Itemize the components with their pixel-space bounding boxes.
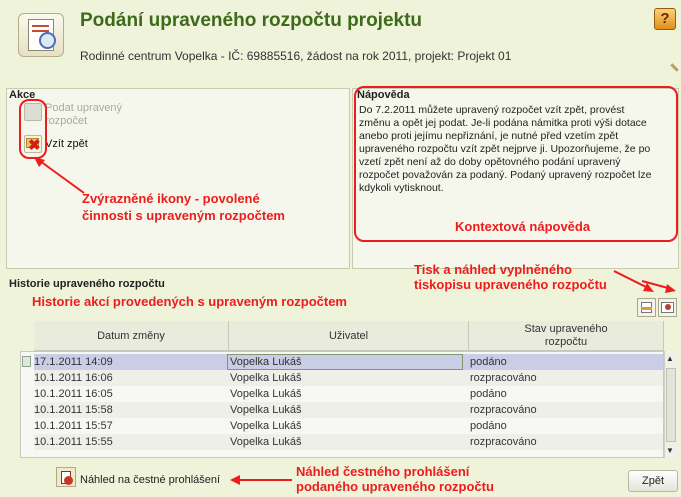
cell-user: Vopelka Lukáš	[230, 420, 302, 432]
highlight-icons-box	[19, 99, 47, 159]
statement-annotation-line2: podaného upraveného rozpočtu	[296, 479, 494, 494]
cell-state: rozpracováno	[470, 372, 537, 384]
submit-budget-label-1: Podat upravený	[45, 102, 123, 114]
help-line: upraveného rozpočtu vzít zpět nejprve ji…	[359, 143, 651, 155]
print-annotation: Tisk a náhled vyplněného tiskopisu uprav…	[414, 262, 607, 292]
scroll-up-icon[interactable]: ▲	[666, 354, 674, 363]
context-help-annotation: Kontextová nápověda	[455, 219, 591, 234]
history-title: Historie upraveného rozpočtu	[9, 278, 165, 290]
cell-state: podáno	[470, 356, 507, 368]
cell-state: rozpracováno	[470, 436, 537, 448]
help-line: anebo proti jejímu nepřiznání, je nutné …	[359, 130, 619, 142]
statement-annotation: Náhled čestného prohlášení podaného upra…	[296, 464, 494, 494]
budget-document-icon	[18, 13, 64, 57]
column-state-line1: Stav upraveného	[524, 322, 608, 335]
help-line: Do 7.2.2011 můžete upravený rozpočet vzí…	[359, 104, 625, 116]
arrow-to-statement	[230, 475, 292, 485]
help-line: rozpočet považován za podaný. Podaný upr…	[359, 169, 652, 181]
cell-user: Vopelka Lukáš	[230, 436, 302, 448]
table-row[interactable]: 10.1.2011 15:57 Vopelka Lukáš podáno	[34, 418, 663, 434]
help-panel-title: Nápověda	[357, 89, 410, 101]
back-button[interactable]: Zpět	[628, 470, 678, 492]
arrow-to-icons	[34, 157, 85, 194]
statement-preview-button[interactable]: Náhled na čestné prohlášení	[80, 474, 220, 486]
table-row[interactable]: 10.1.2011 15:55 Vopelka Lukáš rozpracová…	[34, 434, 663, 450]
preview-icon[interactable]	[658, 298, 677, 317]
cell-user: Vopelka Lukáš	[230, 372, 302, 384]
print-annotation-line2: tiskopisu upraveného rozpočtu	[414, 277, 607, 292]
table-row[interactable]: 10.1.2011 16:05 Vopelka Lukáš podáno	[34, 386, 663, 402]
help-line: změnu a opět jej podat. Je-li podána nám…	[359, 117, 647, 129]
column-state-line2: rozpočtu	[544, 335, 588, 348]
print-icon[interactable]	[637, 298, 656, 317]
cell-state: podáno	[470, 388, 507, 400]
submit-budget-button[interactable]: Podat upravený rozpočet	[45, 102, 122, 128]
table-row[interactable]: 10.1.2011 15:58 Vopelka Lukáš rozpracová…	[34, 402, 663, 418]
cell-user: Vopelka Lukáš	[230, 388, 302, 400]
scroll-down-icon[interactable]: ▼	[666, 446, 674, 455]
cell-user: Vopelka Lukáš	[227, 354, 463, 370]
cell-date: 10.1.2011 15:57	[34, 420, 113, 432]
cell-date: 10.1.2011 16:06	[34, 372, 113, 384]
withdraw-button[interactable]: Vzít zpět	[45, 138, 88, 150]
cell-user: Vopelka Lukáš	[230, 404, 302, 416]
help-button[interactable]: ?	[654, 8, 676, 30]
column-user[interactable]: Uživatel	[229, 321, 469, 351]
icons-annotation-line2: činnosti s upraveným rozpočtem	[82, 208, 285, 223]
statement-annotation-line1: Náhled čestného prohlášení	[296, 464, 470, 479]
column-state[interactable]: Stav upraveného rozpočtu	[469, 321, 664, 351]
print-arrows	[613, 270, 676, 293]
cell-date: 17.1.2011 14:09	[34, 356, 113, 368]
cell-state: rozpracováno	[470, 404, 537, 416]
history-annotation: Historie akcí provedených s upraveným ro…	[32, 294, 347, 309]
icons-annotation: Zvýrazněné ikony - povolené činnosti s u…	[82, 190, 285, 224]
column-date[interactable]: Datum změny	[34, 321, 229, 351]
help-line: kdykoli vytisknout.	[359, 182, 444, 194]
statement-icon[interactable]	[56, 467, 76, 487]
page-title: Podání upraveného rozpočtu projektu	[80, 10, 423, 31]
pen-icon	[670, 63, 679, 72]
icons-annotation-line1: Zvýrazněné ikony - povolené	[82, 191, 260, 206]
table-row[interactable]: 10.1.2011 16:06 Vopelka Lukáš rozpracová…	[34, 370, 663, 386]
help-line: vzetí zpět není až do doby opětovného po…	[359, 156, 621, 168]
cell-date: 10.1.2011 15:55	[34, 436, 113, 448]
page-subtitle: Rodinné centrum Vopelka - IČ: 69885516, …	[80, 49, 512, 63]
submit-budget-label-2: rozpočet	[45, 115, 88, 127]
cell-date: 10.1.2011 16:05	[34, 388, 113, 400]
table-row[interactable]: 17.1.2011 14:09 Vopelka Lukáš podáno	[22, 354, 663, 370]
cell-state: podáno	[470, 420, 507, 432]
print-annotation-line1: Tisk a náhled vyplněného	[414, 262, 572, 277]
cell-date: 10.1.2011 15:58	[34, 404, 113, 416]
scrollbar-thumb[interactable]	[666, 368, 676, 442]
help-text: Do 7.2.2011 můžete upravený rozpočet vzí…	[359, 104, 675, 195]
